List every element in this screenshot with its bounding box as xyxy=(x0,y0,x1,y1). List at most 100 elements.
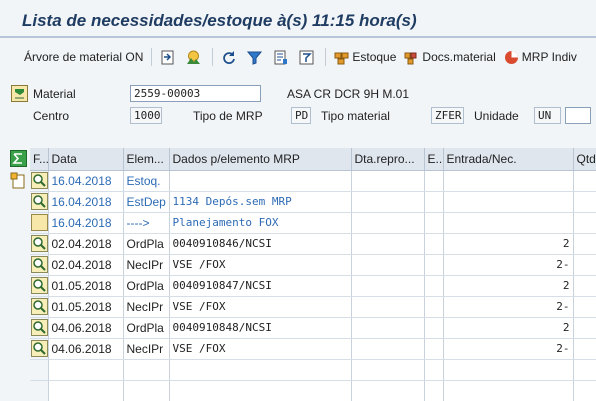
tipo-material-label: Tipo material xyxy=(321,109,390,123)
element-cell: OrdPla xyxy=(123,233,170,255)
column-header[interactable]: Entrada/Nec. xyxy=(443,148,574,171)
magnifier-icon[interactable] xyxy=(31,193,47,210)
title-divider xyxy=(0,36,596,38)
magnifier-icon[interactable] xyxy=(31,235,47,252)
reschedule-date-cell xyxy=(351,233,425,255)
material-field[interactable]: 2559-00003 xyxy=(130,85,261,102)
element-data-cell xyxy=(169,170,352,192)
table-row[interactable]: 02.04.2018 NecIPr VSE /FOX 2- xyxy=(30,254,596,276)
table-body: 16.04.2018 Estoq. 16.04.2018 EstDep 1134 Dep… xyxy=(30,170,596,401)
column-header[interactable]: Qtd xyxy=(573,148,596,171)
exception-cell xyxy=(424,233,444,255)
magnifier-icon[interactable] xyxy=(31,172,47,189)
element-data-cell: VSE /FOX xyxy=(169,254,352,276)
expand-button[interactable] xyxy=(156,46,182,68)
table-row[interactable]: 01.05.2018 OrdPla 0040910847/NCSI 2 xyxy=(30,275,596,297)
row-icon-cell[interactable] xyxy=(30,191,49,213)
exception-cell xyxy=(424,191,444,213)
date-cell: 16.04.2018 xyxy=(48,170,124,192)
row-icon-cell[interactable] xyxy=(30,296,49,318)
magnifier-icon[interactable] xyxy=(31,256,47,273)
exception-cell xyxy=(424,254,444,276)
row-icon-cell[interactable] xyxy=(30,233,49,255)
mrp-button[interactable]: MRP Indiv xyxy=(500,46,581,68)
reschedule-date-cell xyxy=(351,275,425,297)
date-cell: 16.04.2018 xyxy=(48,212,124,234)
refresh-icon xyxy=(221,50,236,65)
blank-icon[interactable] xyxy=(31,214,47,231)
quantity-cell xyxy=(573,212,596,234)
refresh-button[interactable] xyxy=(217,46,243,68)
empty-row xyxy=(30,359,596,381)
material-description: ASA CR DCR 9H M.01 xyxy=(287,87,410,101)
magnifier-icon[interactable] xyxy=(31,298,47,315)
element-cell: OrdPla xyxy=(123,317,170,339)
tipo-material-field[interactable]: ZFER xyxy=(431,107,464,124)
receipt-requirement-cell: 2 xyxy=(443,275,574,297)
material-tree-button[interactable]: Árvore de material ON xyxy=(20,46,147,68)
row-icon-cell[interactable] xyxy=(30,254,49,276)
documents-label: Docs.material xyxy=(422,50,496,64)
row-icon-cell[interactable] xyxy=(30,170,49,192)
row-icon-cell[interactable] xyxy=(30,212,49,234)
column-header[interactable]: F... xyxy=(30,148,49,171)
receipt-requirement-cell: 2 xyxy=(443,233,574,255)
column-header[interactable]: Data xyxy=(48,148,124,171)
reschedule-date-cell xyxy=(351,338,425,360)
row-icon-cell[interactable] xyxy=(30,338,49,360)
receipt-requirement-cell: 2- xyxy=(443,296,574,318)
empty-row xyxy=(30,380,596,401)
table-row[interactable]: 16.04.2018 Estoq. xyxy=(30,170,596,192)
mrp-label: MRP Indiv xyxy=(521,50,577,64)
reschedule-date-cell xyxy=(351,191,425,213)
column-header[interactable]: E... xyxy=(424,148,444,171)
table-row[interactable]: 04.06.2018 NecIPr VSE /FOX 2- xyxy=(30,338,596,360)
date-cell: 01.05.2018 xyxy=(48,275,124,297)
table-row[interactable]: 16.04.2018 EstDep 1134 Depós.sem MRP xyxy=(30,191,596,213)
receipt-requirement-cell xyxy=(443,212,574,234)
page-title: Lista de necessidades/estoque à(s) 11:15… xyxy=(22,11,417,30)
new-document-icon[interactable] xyxy=(10,172,27,189)
quantity-cell xyxy=(573,254,596,276)
documents-button[interactable]: Docs.material xyxy=(400,46,499,68)
date-cell: 02.04.2018 xyxy=(48,233,124,255)
date-cell: 04.06.2018 xyxy=(48,317,124,339)
sum-icon[interactable] xyxy=(10,150,27,167)
magnifier-icon[interactable] xyxy=(31,340,47,357)
quantity-cell xyxy=(573,191,596,213)
reschedule-date-cell xyxy=(351,170,425,192)
table-row[interactable]: 16.04.2018 ----> Planejamento FOX xyxy=(30,212,596,234)
receipt-requirement-cell xyxy=(443,191,574,213)
table-row[interactable]: 01.05.2018 NecIPr VSE /FOX 2- xyxy=(30,296,596,318)
element-data-cell: 1134 Depós.sem MRP xyxy=(169,191,352,213)
date-cell: 04.06.2018 xyxy=(48,338,124,360)
column-header[interactable]: Elem... xyxy=(123,148,170,171)
row-icon-cell[interactable] xyxy=(30,317,49,339)
date-cell: 02.04.2018 xyxy=(48,254,124,276)
centro-field[interactable]: 1000 xyxy=(130,107,162,124)
magnifier-icon[interactable] xyxy=(31,277,47,294)
planning-icon xyxy=(186,50,201,65)
element-cell: ----> xyxy=(123,212,170,234)
row-icon-cell[interactable] xyxy=(30,275,49,297)
element-cell: EstDep xyxy=(123,191,170,213)
material-tree-toggle-icon[interactable] xyxy=(11,85,28,102)
receipt-requirement-cell: 2 xyxy=(443,317,574,339)
table-row[interactable]: 02.04.2018 OrdPla 0040910846/NCSI 2 xyxy=(30,233,596,255)
filter-button[interactable] xyxy=(243,46,269,68)
element-cell: NecIPr xyxy=(123,254,170,276)
sum-filter-button[interactable] xyxy=(295,46,321,68)
element-cell: OrdPla xyxy=(123,275,170,297)
tipo-mrp-field[interactable]: PD xyxy=(291,107,311,124)
expand-icon xyxy=(160,50,175,65)
table-row[interactable]: 04.06.2018 OrdPla 0040910848/NCSI 2 xyxy=(30,317,596,339)
stock-button[interactable]: Estoque xyxy=(330,46,400,68)
unidade-field[interactable]: UN xyxy=(534,107,561,124)
unidade-extra-field[interactable] xyxy=(565,107,591,124)
magnifier-icon[interactable] xyxy=(31,319,47,336)
column-header[interactable]: Dados p/elemento MRP xyxy=(169,148,352,171)
planning-button[interactable] xyxy=(182,46,208,68)
list-settings-button[interactable] xyxy=(269,46,295,68)
application-toolbar: Árvore de material ON Estoque Docs.mater… xyxy=(0,43,596,71)
column-header[interactable]: Dta.repro... xyxy=(351,148,425,171)
